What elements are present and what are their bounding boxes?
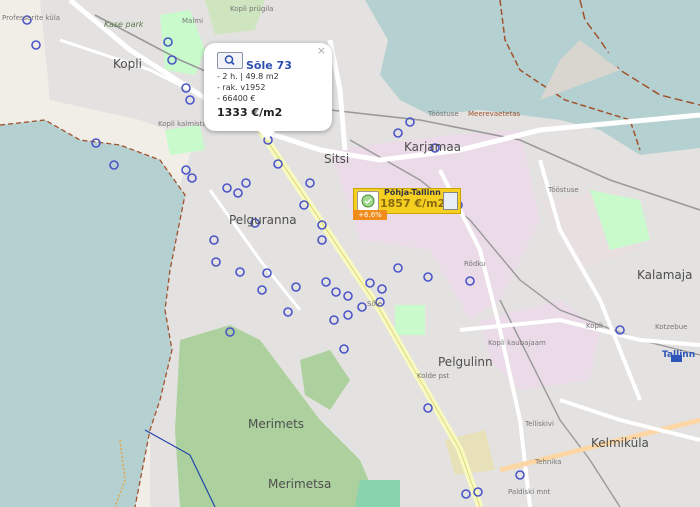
district-label-merimets: Merimets: [248, 417, 305, 431]
district-price: 1857 €/m2: [380, 197, 446, 210]
popup-detail-rooms: - 2 h. | 49.8 m2: [217, 72, 279, 81]
street-label-rodku: Rõdku: [464, 260, 486, 268]
popup-detail-price: - 66400 €: [217, 94, 256, 103]
street-label-tooostuse-2: Tööstuse: [548, 186, 579, 194]
street-label-telliskivi: Telliskivi: [525, 420, 554, 428]
station-icon: [671, 355, 682, 362]
district-label-sitsi: Sitsi: [324, 152, 350, 166]
popup-search-button[interactable]: [217, 52, 243, 69]
district-label-karjamaa: Karjamaa: [404, 140, 462, 154]
label-kopli-prugila: Kopli prügila: [230, 5, 274, 13]
street-label-malmi: Malmi: [182, 17, 204, 25]
popup-title[interactable]: Sõle 73: [246, 59, 292, 72]
district-label-kelmikula: Kelmiküla: [591, 436, 649, 450]
district-label-kalamaja: Kalamaja: [637, 268, 693, 282]
district-label-pelgulinn: Pelgulinn: [438, 355, 493, 369]
label-professorite: Professorite küla: [2, 14, 61, 22]
building-icon: [443, 192, 458, 210]
district-label-pelguranna: Pelguranna: [229, 213, 297, 227]
kopli-cemetery: [165, 125, 205, 155]
popup-detail-built: - rak. v1952: [217, 83, 266, 92]
district-name: Põhja-Tallinn: [384, 188, 441, 197]
magnifier-icon: [224, 55, 235, 66]
street-label-paldiski: Paldiski mnt: [508, 488, 551, 496]
label-kopli-kaubajaam: Kopli kaubajaam: [488, 339, 546, 347]
pond: [355, 480, 400, 507]
district-change-badge: +6.6%: [353, 210, 387, 220]
street-label-kolde: Kolde pst: [417, 372, 450, 380]
street-label-tooostuse: Tööstuse: [428, 110, 459, 118]
street-label-sole: Sõle: [367, 300, 382, 308]
label-kopli-kalmistu: Kopli kalmistu: [158, 120, 207, 128]
map-canvas[interactable]: [0, 0, 700, 507]
listing-popup: Sõle 73 × - 2 h. | 49.8 m2 - rak. v1952 …: [204, 43, 332, 140]
district-label-merimetsa: Merimetsa: [268, 477, 332, 491]
park-label-kase: Kase park: [104, 20, 144, 29]
street-label-kotzebue: Kotzebue: [655, 323, 688, 331]
close-icon[interactable]: ×: [317, 44, 326, 57]
district-price-marker[interactable]: Põhja-Tallinn 1857 €/m2 +6.6%: [353, 188, 461, 222]
popup-price-per-m2: 1333 €/m2: [217, 106, 283, 119]
street-label-kopli: Kopli: [586, 322, 603, 330]
district-label-kopli: Kopli: [113, 57, 142, 71]
water-label: Meerevaetetas: [468, 110, 521, 118]
sports-field: [395, 305, 425, 335]
street-label-tehnika: Tehnika: [535, 458, 562, 466]
district-icon: [357, 191, 379, 211]
